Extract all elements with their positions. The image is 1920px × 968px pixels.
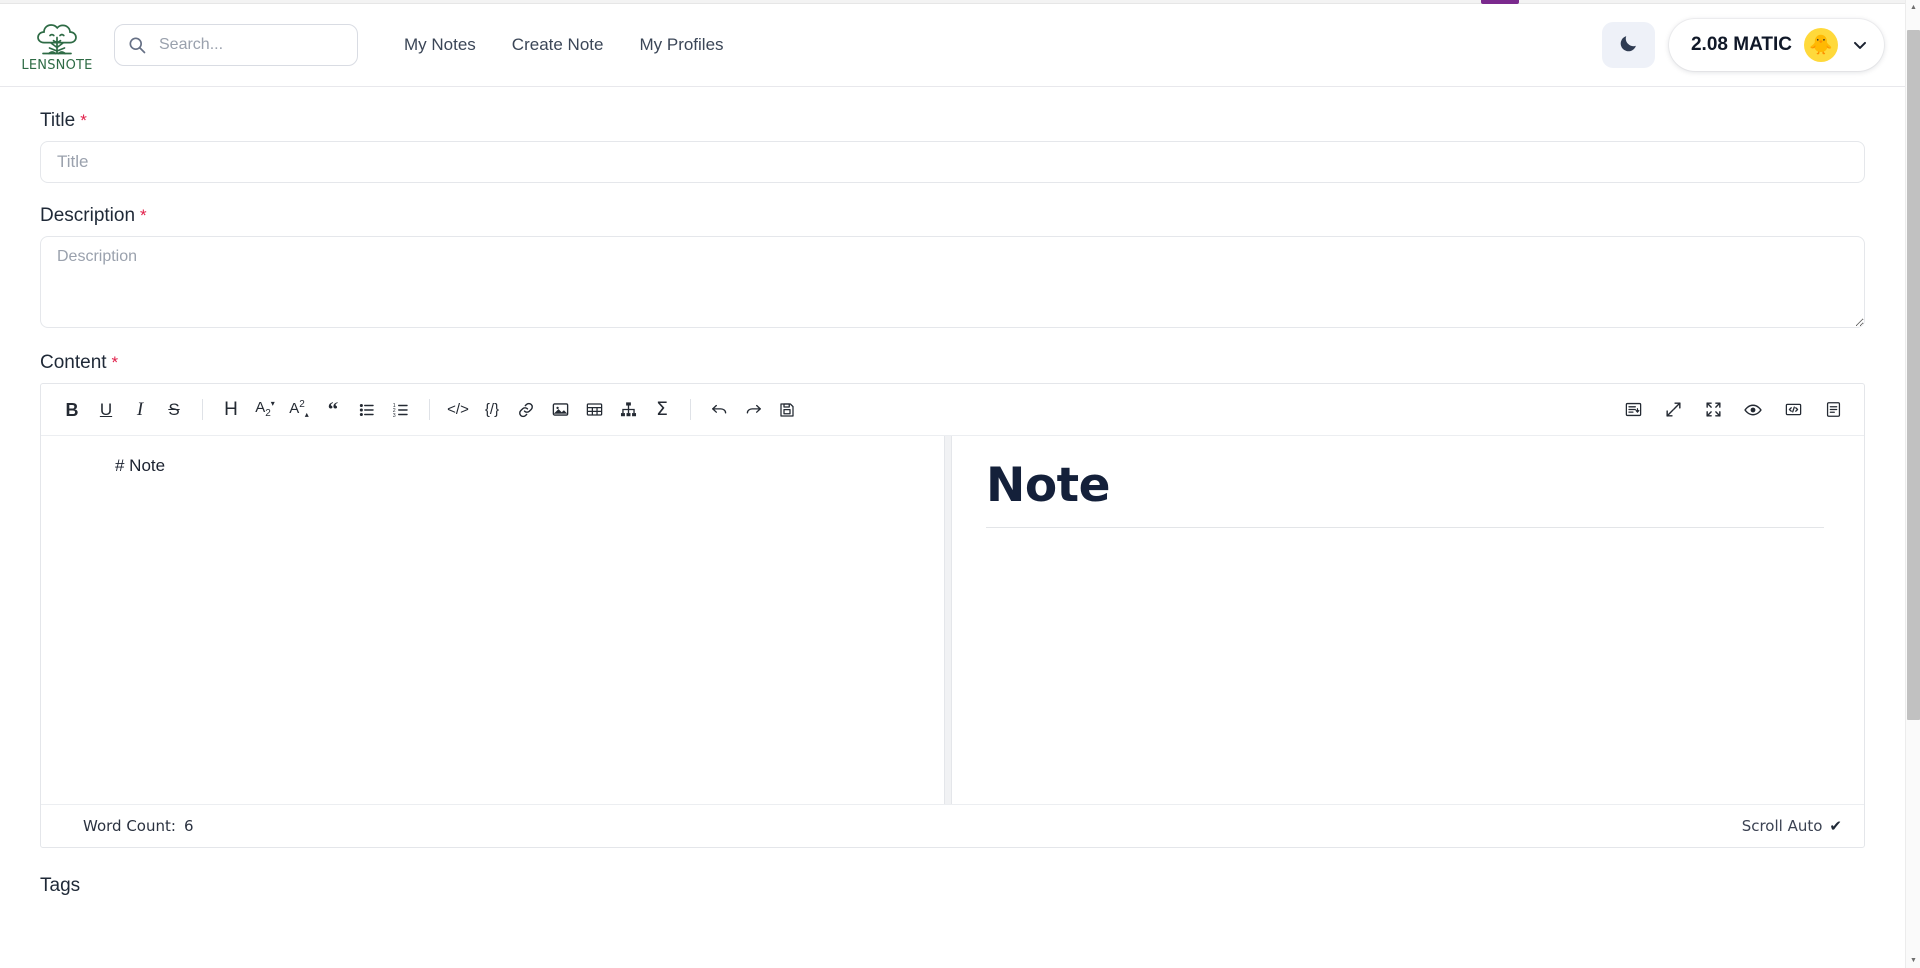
svg-text:3: 3 xyxy=(393,412,396,418)
strikethrough-icon[interactable]: S xyxy=(157,393,191,427)
toggle-preview-pane-icon[interactable] xyxy=(1616,393,1650,427)
link-icon[interactable] xyxy=(509,393,543,427)
search-box[interactable] xyxy=(114,24,358,66)
app-root: LENSNOTE My Notes Create Note My Profile… xyxy=(0,0,1920,968)
redo-icon[interactable] xyxy=(736,393,770,427)
title-required-marker: * xyxy=(80,111,87,130)
word-count-label: Word Count: xyxy=(83,817,176,835)
image-icon[interactable] xyxy=(543,393,577,427)
html-source-icon[interactable] xyxy=(1776,393,1810,427)
blockquote-icon[interactable]: “ xyxy=(316,393,350,427)
brand-logo[interactable]: LENSNOTE xyxy=(16,18,98,73)
nav-link-my-profiles[interactable]: My Profiles xyxy=(639,35,723,55)
inline-code-icon[interactable]: </> xyxy=(441,393,475,427)
underline-icon[interactable]: U xyxy=(89,393,123,427)
markdown-editor: B U I S H A2▾ A2▴ “ 1 2 3 </> {/} Σ # No… xyxy=(40,383,1865,848)
scrollbar-down-arrow-icon[interactable]: ▼ xyxy=(1906,953,1920,968)
scroll-auto-toggle[interactable]: Scroll Auto ✔ xyxy=(1742,817,1842,835)
undo-icon[interactable] xyxy=(702,393,736,427)
content-field-label: Content * xyxy=(40,352,1881,374)
superscript-icon[interactable]: A2▴ xyxy=(282,393,316,427)
editor-footer: Word Count: 6 Scroll Auto ✔ xyxy=(41,804,1864,847)
table-icon[interactable] xyxy=(577,393,611,427)
navbar-right-cluster: 2.08 MATIC 🐥 xyxy=(1601,19,1884,71)
expand-icon[interactable] xyxy=(1656,393,1690,427)
create-note-page: Title * Description * Content * B U xyxy=(0,88,1905,968)
scrollbar-thumb[interactable] xyxy=(1907,30,1920,720)
markdown-source-line: # Note xyxy=(115,456,166,475)
theme-toggle-button[interactable] xyxy=(1601,22,1655,68)
editor-split-handle[interactable] xyxy=(944,436,952,804)
description-textarea[interactable] xyxy=(40,236,1865,328)
scroll-auto-checkmark-icon: ✔ xyxy=(1829,817,1842,835)
top-navbar: LENSNOTE My Notes Create Note My Profile… xyxy=(0,4,1920,87)
ordered-list-icon[interactable]: 1 2 3 xyxy=(384,393,418,427)
chevron-down-icon[interactable] xyxy=(1850,35,1874,55)
outline-panel-icon[interactable] xyxy=(1816,393,1850,427)
heading-icon[interactable]: H xyxy=(214,393,248,427)
toolbar-separator-1 xyxy=(202,399,203,420)
unordered-list-icon[interactable] xyxy=(350,393,384,427)
title-input[interactable] xyxy=(40,141,1865,183)
markdown-preview-pane: Note xyxy=(952,436,1864,804)
toolbar-separator-2 xyxy=(429,399,430,420)
toolbar-separator-3 xyxy=(690,399,691,420)
preview-eye-icon[interactable] xyxy=(1736,393,1770,427)
editor-toolbar: B U I S H A2▾ A2▴ “ 1 2 3 </> {/} Σ xyxy=(41,384,1864,436)
primary-nav: My Notes Create Note My Profiles xyxy=(404,35,724,55)
code-block-icon[interactable]: {/} xyxy=(475,393,509,427)
subscript-icon[interactable]: A2▾ xyxy=(248,393,282,427)
italic-icon[interactable]: I xyxy=(123,393,157,427)
search-input[interactable] xyxy=(157,25,327,65)
scrollbar-up-arrow-icon[interactable]: ▲ xyxy=(1906,0,1920,15)
brand-name: LENSNOTE xyxy=(21,57,93,73)
bold-icon[interactable]: B xyxy=(55,393,89,427)
save-icon[interactable] xyxy=(770,393,804,427)
search-icon xyxy=(127,35,147,55)
fullscreen-icon[interactable] xyxy=(1696,393,1730,427)
content-required-marker: * xyxy=(111,353,119,372)
content-label-text: Content xyxy=(40,352,107,373)
description-label-text: Description xyxy=(40,205,136,226)
avatar[interactable]: 🐥 xyxy=(1804,28,1838,62)
moon-icon xyxy=(1618,33,1639,57)
editor-toolbar-right xyxy=(1616,393,1850,427)
formula-sigma-icon[interactable]: Σ xyxy=(645,393,679,427)
nav-link-create-note[interactable]: Create Note xyxy=(512,35,604,55)
editor-toolbar-left: B U I S H A2▾ A2▴ “ 1 2 3 </> {/} Σ xyxy=(55,393,804,427)
scroll-auto-label: Scroll Auto xyxy=(1741,817,1823,835)
title-field-label: Title * xyxy=(40,110,1881,132)
nav-link-my-notes[interactable]: My Notes xyxy=(404,35,476,55)
wallet-balance: 2.08 MATIC xyxy=(1690,34,1792,55)
page-scrollbar[interactable]: ▲ ▼ xyxy=(1905,0,1920,968)
editor-body: # Note Note xyxy=(41,436,1864,804)
diagram-icon[interactable] xyxy=(611,393,645,427)
description-required-marker: * xyxy=(140,206,147,225)
tags-field-label: Tags xyxy=(40,875,81,896)
tree-face-logo-icon xyxy=(29,18,85,60)
description-field-label: Description * xyxy=(40,205,1881,227)
wallet-account-pill[interactable]: 2.08 MATIC 🐥 xyxy=(1668,19,1884,71)
preview-heading: Note xyxy=(986,458,1824,528)
title-label-text: Title xyxy=(40,110,76,131)
word-count-value: 6 xyxy=(183,817,194,835)
markdown-source-pane[interactable]: # Note xyxy=(41,436,944,804)
